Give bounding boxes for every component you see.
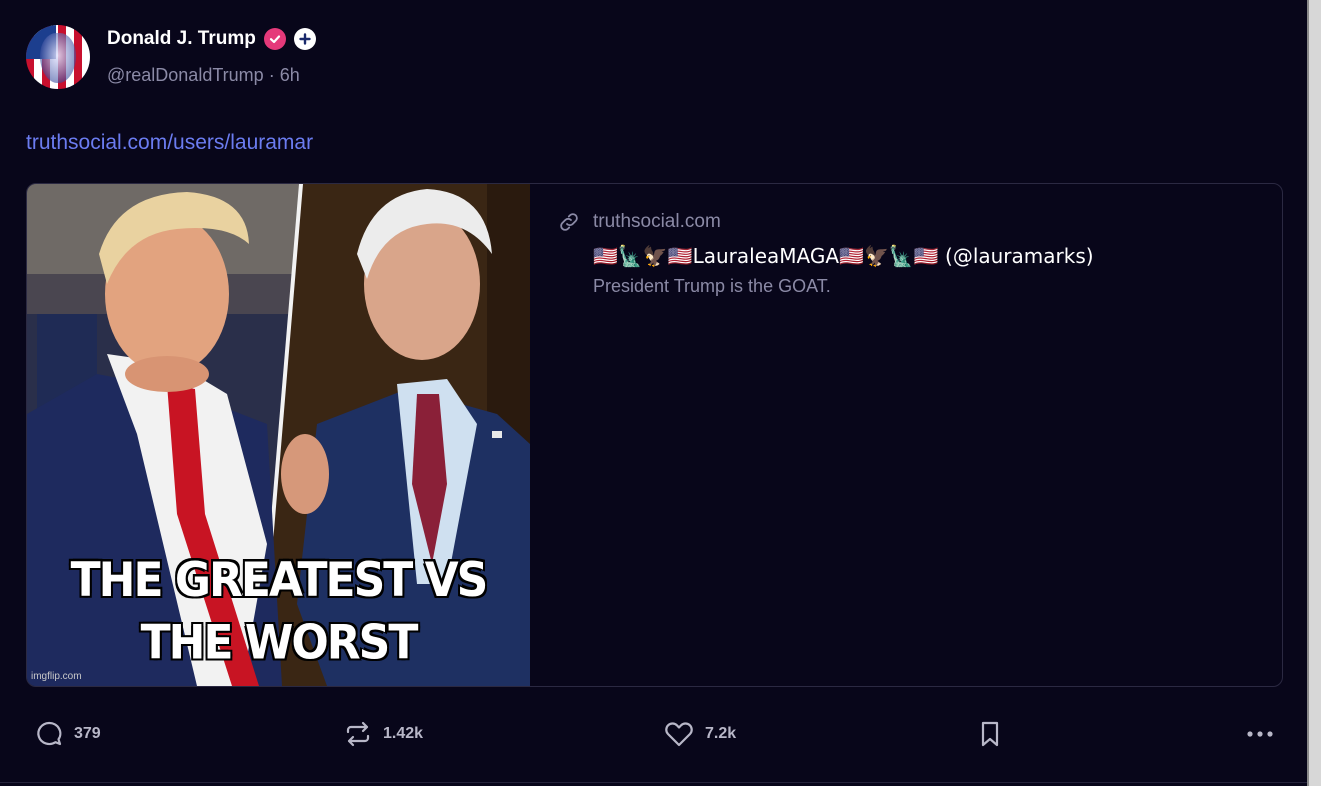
link-preview-description: President Trump is the GOAT. <box>593 276 831 296</box>
reply-icon <box>37 721 62 746</box>
image-watermark: imgflip.com <box>31 671 82 682</box>
plus-badge-icon <box>293 28 316 50</box>
retruth-button[interactable]: 1.42k <box>343 712 423 756</box>
more-options-button[interactable] <box>1244 712 1286 756</box>
link-preview-title: 🇺🇸🗽🦅🇺🇸LauraleaMAGA🇺🇸🦅🗽🇺🇸 (@lauramarks) <box>593 244 1094 268</box>
author-handle[interactable]: @realDonaldTrump <box>107 65 264 85</box>
scrollbar-track[interactable] <box>1307 0 1321 786</box>
like-count: 7.2k <box>705 725 737 742</box>
post-link[interactable]: truthsocial.com/users/lauramar <box>26 131 313 155</box>
link-preview-image: THE GREATEST VS THE WORST imgflip.com <box>27 184 530 686</box>
bookmark-button[interactable] <box>976 712 1014 756</box>
post-divider <box>0 782 1307 783</box>
meme-caption-line-1: THE GREATEST VS <box>70 552 489 608</box>
link-preview-body: truthsocial.com 🇺🇸🗽🦅🇺🇸LauraleaMAGA🇺🇸🦅🗽🇺🇸… <box>557 210 1257 297</box>
avatar[interactable] <box>26 25 90 89</box>
author-display-name[interactable]: Donald J. Trump <box>107 28 256 50</box>
post-time[interactable]: 6h <box>280 65 300 85</box>
verified-badge-icon <box>263 28 286 50</box>
link-preview-domain: truthsocial.com <box>593 211 721 232</box>
bookmark-icon <box>981 721 999 747</box>
meta-separator: · <box>268 65 275 85</box>
heart-icon <box>665 722 693 747</box>
link-preview-card[interactable]: THE GREATEST VS THE WORST imgflip.com tr… <box>26 183 1283 687</box>
author-name-row: Donald J. Trump <box>107 28 316 50</box>
author-meta: @realDonaldTrump · 6h <box>107 65 300 86</box>
meme-caption-line-2: THE WORST <box>140 615 419 671</box>
link-icon <box>560 213 578 231</box>
reply-count: 379 <box>74 725 101 742</box>
retruth-count: 1.42k <box>383 725 424 742</box>
post-actions: 379 1.42k 7.2k <box>0 712 1307 756</box>
reply-button[interactable]: 379 <box>34 712 101 756</box>
post: Donald J. Trump @realDonaldTrump · 6h tr… <box>0 0 1307 786</box>
more-icon <box>1247 731 1273 737</box>
meme-caption: THE GREATEST VS THE WORST <box>27 549 530 674</box>
link-preview-domain-row: truthsocial.com <box>557 210 1257 234</box>
like-button[interactable]: 7.2k <box>663 712 736 756</box>
retruth-icon <box>346 721 370 747</box>
